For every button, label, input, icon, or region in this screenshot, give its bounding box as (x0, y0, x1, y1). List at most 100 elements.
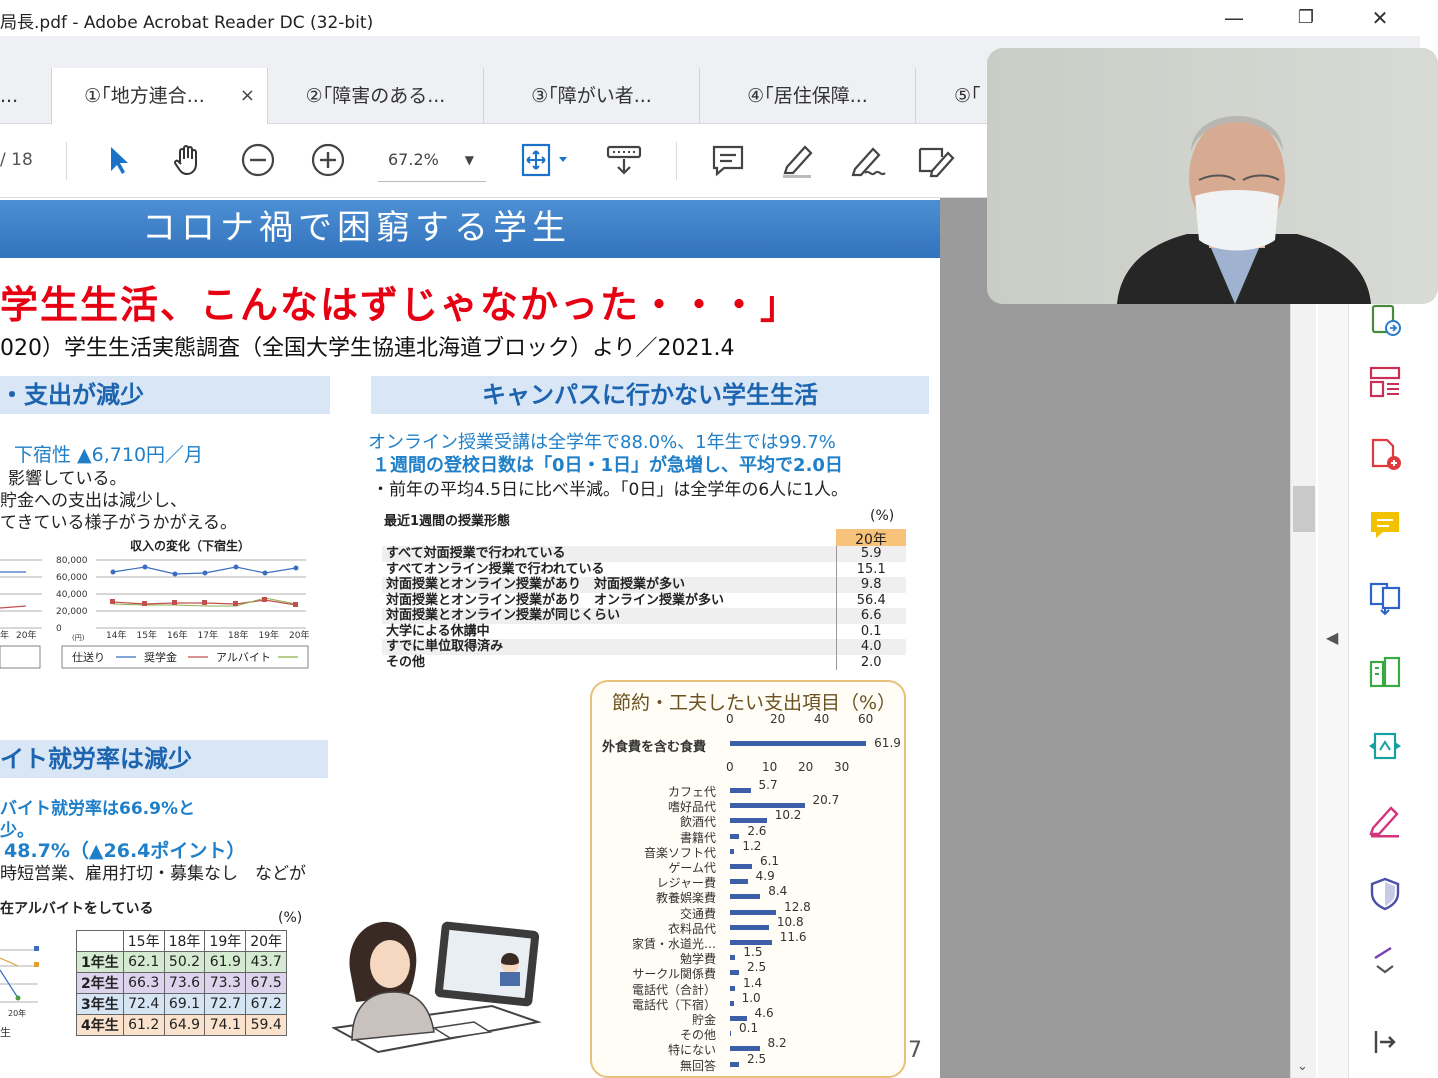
document-viewport[interactable]: コロナ禍で困窮する学生 学生生活、こんなはずじゃなかった・・・」 020）学生生… (0, 198, 1290, 1078)
table-row: 対面授業とオンライン授業が同じくらい 6.6 (382, 608, 906, 624)
table-header-cell: 20年 (245, 930, 288, 952)
zoom-out-button[interactable] (236, 138, 280, 182)
legend-allowance: 仕送り (72, 650, 105, 664)
video-call-overlay[interactable] (987, 48, 1438, 304)
scroll-down-icon[interactable]: ⌄ (1297, 1059, 1308, 1074)
savings-bar (730, 894, 761, 900)
chevron-down-icon (1374, 946, 1394, 974)
income-chart-yticks: 80,000 60,000 40,000 20,000 0 (円) (56, 556, 88, 642)
savings-axis-tick: 40 (814, 712, 830, 726)
work-table-title: 在アルバイトをしている (0, 901, 154, 917)
comment-button[interactable] (706, 138, 750, 182)
scroll-mode-button[interactable] (602, 138, 646, 182)
table-header-row: 15年 18年 19年 20年 (76, 930, 288, 952)
organize-pages-button[interactable] (1363, 360, 1407, 404)
page-number: 7 (908, 1038, 922, 1063)
class-label: 対面授業とオンライン授業があり 対面授業が多い (382, 577, 836, 593)
protect-button[interactable] (1363, 872, 1407, 916)
fit-page-button[interactable] (516, 138, 576, 182)
class-label: すでに単位取得済み (382, 639, 836, 655)
select-tool-button[interactable] (96, 138, 140, 182)
tab-1[interactable]: ①｢地方連合... × (52, 68, 268, 124)
savings-bar-label: 1.0 (741, 990, 761, 1005)
tab-label: ... (0, 85, 19, 107)
savings-bar (730, 879, 748, 885)
export-pdf-button[interactable] (1363, 298, 1407, 342)
table-cell: 74.1 (204, 1014, 247, 1036)
highlight-button[interactable] (776, 138, 820, 182)
page-total: / 18 (0, 150, 33, 170)
table-header-cell (76, 930, 124, 952)
table-cell: 67.2 (245, 993, 288, 1015)
tab-4[interactable]: ④｢居住保障... (700, 68, 916, 124)
income-xtick: 15年 (137, 629, 157, 641)
arrow-cursor-icon (111, 147, 128, 174)
exit-panel-button[interactable] (1363, 1020, 1407, 1064)
tab-2[interactable]: ②｢障害のある... (268, 68, 484, 124)
income-ytick: 0 (56, 624, 62, 634)
savings-bar-label: 20.7 (812, 793, 840, 808)
edit-pdf-button[interactable] (1363, 650, 1407, 694)
comment-icon (712, 145, 744, 177)
chevron-down-icon: ▼ (464, 153, 474, 167)
highlighter-icon (783, 145, 813, 178)
savings-axis-tick: 0 (726, 760, 734, 774)
page-banner: コロナ禍で困窮する学生 (0, 200, 940, 258)
tab-label: ④｢居住保障... (747, 85, 868, 107)
savings-bar-label: 4.9 (755, 869, 775, 884)
edit-pdf-icon (1369, 656, 1401, 688)
combine-files-icon (1369, 582, 1401, 616)
zoom-in-button[interactable] (306, 138, 350, 182)
comment-tool-button[interactable] (1363, 504, 1407, 548)
table-header-cell: 19年 (204, 930, 247, 952)
tab-3[interactable]: ③｢障がい者... (484, 68, 700, 124)
income-chart-title: 収入の変化（下宿生） (130, 538, 250, 553)
chevron-left-icon[interactable]: ◀ (1326, 628, 1338, 647)
tab-5[interactable]: ⑤｢ (916, 68, 996, 124)
vertical-scrollbar[interactable]: ⌄ (1290, 198, 1316, 1078)
savings-bar-label: 10.2 (774, 808, 802, 823)
tools-pane (1348, 198, 1420, 1078)
combine-files-button[interactable] (1363, 576, 1407, 620)
savings-bar-label: 1.2 (742, 838, 762, 853)
scrollbar-thumb[interactable] (1293, 486, 1315, 532)
restore-button[interactable]: ❐ (1288, 4, 1324, 32)
section-title-work: イト就労率は減少 (0, 740, 328, 778)
table-row: 3年生 72.4 69.1 72.7 67.2 (76, 993, 288, 1015)
income-ytick: 20,000 (56, 607, 88, 617)
table-row: その他 2.0 (382, 654, 906, 670)
income-text-3: てきている様子がうかがえる。 (0, 513, 237, 533)
table-cell: 64.9 (163, 1014, 206, 1036)
create-pdf-button[interactable] (1363, 432, 1407, 476)
income-chart-xticks: 14年 15年 16年 17年 18年 19年 20年年 20年 (0, 629, 309, 641)
savings-bar (730, 1031, 731, 1037)
zoom-dropdown[interactable]: 67.2% ▼ (378, 138, 486, 182)
fill-and-sign-button[interactable] (1363, 798, 1407, 842)
zoom-out-icon (241, 143, 275, 177)
tab-0[interactable]: ... (0, 68, 52, 124)
table-cell: 73.3 (204, 972, 247, 994)
savings-bar (730, 955, 736, 961)
savings-axis-tick: 60 (858, 712, 874, 726)
table-cell: 62.1 (122, 951, 165, 973)
savings-bar-label: 2.6 (747, 823, 767, 838)
close-button[interactable]: ✕ (1362, 4, 1398, 32)
savings-bar (730, 1000, 734, 1006)
savings-bar-label: 11.6 (779, 930, 807, 944)
work-text: 時短営業、雇用打切・募集なし などが (0, 864, 306, 884)
more-tools-button[interactable] (1363, 938, 1407, 982)
income-xtick: 19年 (259, 629, 279, 641)
minimize-button[interactable]: — (1216, 4, 1252, 32)
fill-sign-button[interactable] (914, 138, 958, 182)
table-row: 対面授業とオンライン授業があり オンライン授業が多い 56.4 (382, 592, 906, 608)
hand-tool-button[interactable] (166, 138, 210, 182)
savings-bar (730, 970, 739, 976)
draw-button[interactable] (846, 138, 890, 182)
savings-bar (730, 1061, 739, 1067)
send-for-review-button[interactable] (1363, 724, 1407, 768)
income-chart-gridlines (0, 559, 306, 629)
savings-bar-label: 1.5 (743, 945, 763, 960)
savings-bar-label: 10.8 (776, 914, 804, 929)
tab-close-icon[interactable]: × (240, 68, 255, 124)
collapse-panel-handle[interactable]: ◀ (1318, 198, 1348, 1078)
